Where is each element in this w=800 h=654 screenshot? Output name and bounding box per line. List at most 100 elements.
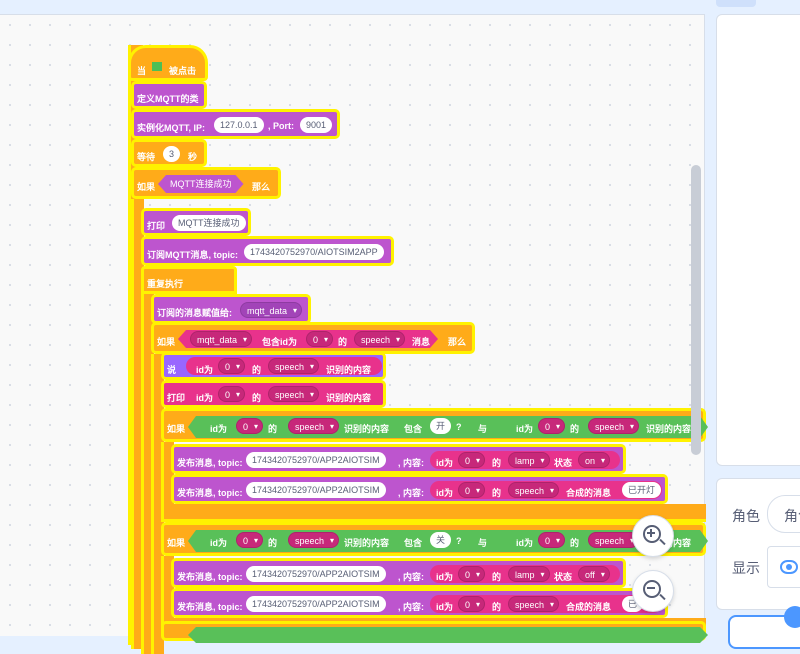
pub2-id-label: id为	[436, 488, 453, 498]
say-id-dropdown[interactable]: 0	[218, 358, 246, 375]
publish-lamp-off-block[interactable]: 发布消息, topic: 1743420752970/APP2AIOTSIM ,…	[171, 558, 626, 588]
subscribe-topic-input[interactable]: 1743420752970/AIOTSIM2APP	[244, 244, 384, 260]
pub1-state-dropdown[interactable]: on	[578, 452, 611, 469]
say-device-dropdown[interactable]: speech	[268, 358, 320, 375]
if3r-device-dropdown[interactable]: speech	[588, 418, 640, 435]
if4-word-input[interactable]: 关	[430, 532, 452, 548]
if3-q-label: ?	[456, 422, 462, 432]
if4-id-dropdown[interactable]: 0	[236, 532, 264, 549]
print2-content-label: 识别的内容	[326, 393, 372, 403]
publish-lamp-on-block[interactable]: 发布消息, topic: 1743420752970/APP2AIOTSIM ,…	[171, 444, 626, 474]
port-input[interactable]: 9001	[300, 117, 333, 133]
then-label: 那么	[252, 182, 271, 192]
subscribe-mqtt-block[interactable]: 订阅MQTT消息, topic: 1743420752970/AIOTSIM2A…	[141, 236, 394, 266]
sprite-name-value: 角色	[784, 508, 800, 524]
when-flag-clicked-block[interactable]: 当 被点击	[128, 45, 208, 81]
wait-unit-label: 秒	[188, 152, 198, 162]
if3-id-dropdown[interactable]: 0	[236, 418, 264, 435]
if4r-of-label: 的	[570, 538, 580, 548]
pub4-id-dropdown[interactable]: 0	[458, 596, 486, 613]
say-id-label: id为	[196, 365, 213, 375]
wait-seconds-input[interactable]: 3	[163, 146, 181, 162]
pub2-id-dropdown[interactable]: 0	[458, 482, 486, 499]
sprite-badge[interactable]	[784, 606, 800, 628]
if4-and-label: 与	[478, 538, 488, 548]
top-tab[interactable]	[716, 0, 756, 7]
pub3-device-dropdown[interactable]: lamp	[508, 566, 550, 583]
pub1-label: 发布消息, topic:	[177, 458, 243, 468]
print-speech-block[interactable]: 打印 id为 0 的 speech 识别的内容	[161, 380, 386, 408]
if4-content-label: 识别的内容	[344, 538, 390, 548]
print2-id-label: id为	[196, 393, 213, 403]
pub3-id-dropdown[interactable]: 0	[458, 566, 486, 583]
if2-id-dropdown[interactable]: 0	[306, 331, 334, 348]
print-connected-block[interactable]: 打印 MQTT连接成功	[141, 208, 251, 236]
zoom-out-button[interactable]	[632, 570, 674, 612]
pub1-device-dropdown[interactable]: lamp	[508, 452, 550, 469]
if-connected-block[interactable]: 如果 MQTT连接成功 那么	[131, 167, 281, 199]
pub1-id-dropdown[interactable]: 0	[458, 452, 486, 469]
publish-speech-close-block[interactable]: 发布消息, topic: 1743420752970/APP2AIOTSIM ,…	[171, 588, 668, 618]
pub4-id-label: id为	[436, 602, 453, 612]
if3-bottom	[161, 504, 706, 522]
mqtt-connected-condition[interactable]: MQTT连接成功	[158, 175, 244, 193]
green-flag-icon	[149, 62, 165, 72]
if-close-block[interactable]: 如果 id为 0 的 speech 识别的内容 包含 关 ? 与 id为 0 的…	[161, 522, 706, 556]
print2-id-dropdown[interactable]: 0	[218, 386, 246, 403]
pub3-state-dropdown[interactable]: off	[578, 566, 610, 583]
assign-label: 订阅的消息赋值给:	[157, 308, 232, 318]
define-mqtt-class-block[interactable]: 定义MQTT的类	[131, 81, 207, 109]
if3r-of-label: 的	[570, 424, 580, 434]
pub2-topic-input[interactable]: 1743420752970/APP2AIOTSIM	[246, 482, 386, 498]
pub3-topic-input[interactable]: 1743420752970/APP2AIOTSIM	[246, 566, 386, 582]
sprite-name-input[interactable]: 角色	[767, 495, 800, 533]
define-mqtt-label: 定义MQTT的类	[137, 94, 199, 104]
wait-block[interactable]: 等待 3 秒	[131, 139, 207, 167]
subscribe-label: 订阅MQTT消息, topic:	[147, 250, 238, 260]
say-label: 说	[167, 365, 177, 375]
stage-panel[interactable]	[716, 14, 800, 466]
print2-device-dropdown[interactable]: speech	[268, 386, 320, 403]
pub3-id-label: id为	[436, 572, 453, 582]
forever-block[interactable]: 重复执行	[141, 266, 237, 294]
instantiate-label: 实例化MQTT, IP:	[137, 123, 205, 133]
if2-var-dropdown[interactable]: mqtt_data	[190, 331, 253, 348]
hat-when-label: 当	[137, 66, 147, 76]
pub1-topic-input[interactable]: 1743420752970/APP2AIOTSIM	[246, 452, 386, 468]
if3r-id-dropdown[interactable]: 0	[538, 418, 566, 435]
print-text-input[interactable]: MQTT连接成功	[172, 215, 246, 231]
pub4-topic-input[interactable]: 1743420752970/APP2AIOTSIM	[246, 596, 386, 612]
ip-input[interactable]: 127.0.0.1	[214, 117, 264, 133]
code-workspace[interactable]: 当 被点击 定义MQTT的类 实例化MQTT, IP: 127.0.0.1 , …	[0, 14, 706, 654]
if4-id-label: id为	[210, 538, 227, 548]
if4r-id-dropdown[interactable]: 0	[538, 532, 566, 549]
if3-word-input[interactable]: 开	[430, 418, 452, 434]
workspace-scrollbar[interactable]	[691, 165, 701, 455]
show-toggle[interactable]	[767, 546, 800, 588]
next-condition[interactable]	[188, 627, 708, 643]
pub2-text-input[interactable]: 已开灯	[622, 482, 662, 498]
pub1-of-label: 的	[492, 458, 502, 468]
if-open-block[interactable]: 如果 id为 0 的 speech 识别的内容 包含 开 ? 与 id为 0 的…	[161, 408, 706, 442]
instantiate-mqtt-block[interactable]: 实例化MQTT, IP: 127.0.0.1 , Port: 9001	[131, 109, 340, 139]
if4-label: 如果	[167, 538, 186, 548]
pub2-device-dropdown[interactable]: speech	[508, 482, 560, 499]
pub4-label: 发布消息, topic:	[177, 602, 243, 612]
if-contains-speech-block[interactable]: 如果 mqtt_data 包含id为 0 的 speech 消息 那么	[151, 322, 475, 354]
if3-device-dropdown[interactable]: speech	[288, 418, 340, 435]
pub4-device-dropdown[interactable]: speech	[508, 596, 560, 613]
if3-content-label: 识别的内容	[344, 424, 390, 434]
publish-speech-open-block[interactable]: 发布消息, topic: 1743420752970/APP2AIOTSIM ,…	[171, 474, 668, 504]
zoom-in-plus-v	[650, 529, 652, 537]
zoom-in-button[interactable]	[632, 515, 674, 557]
assign-message-block[interactable]: 订阅的消息赋值给: mqtt_data	[151, 294, 311, 324]
next-if-block[interactable]	[161, 621, 706, 641]
say-block[interactable]: 说 id为 0 的 speech 识别的内容	[161, 352, 386, 380]
if3-contains-label: 包含	[404, 424, 423, 434]
if2-device-dropdown[interactable]: speech	[354, 331, 406, 348]
if3-and-label: 与	[478, 424, 488, 434]
pub4-synth-label: 合成的消息	[566, 602, 612, 612]
assign-variable-dropdown[interactable]: mqtt_data	[240, 302, 303, 319]
pub1-id-label: id为	[436, 458, 453, 468]
if4-device-dropdown[interactable]: speech	[288, 532, 340, 549]
